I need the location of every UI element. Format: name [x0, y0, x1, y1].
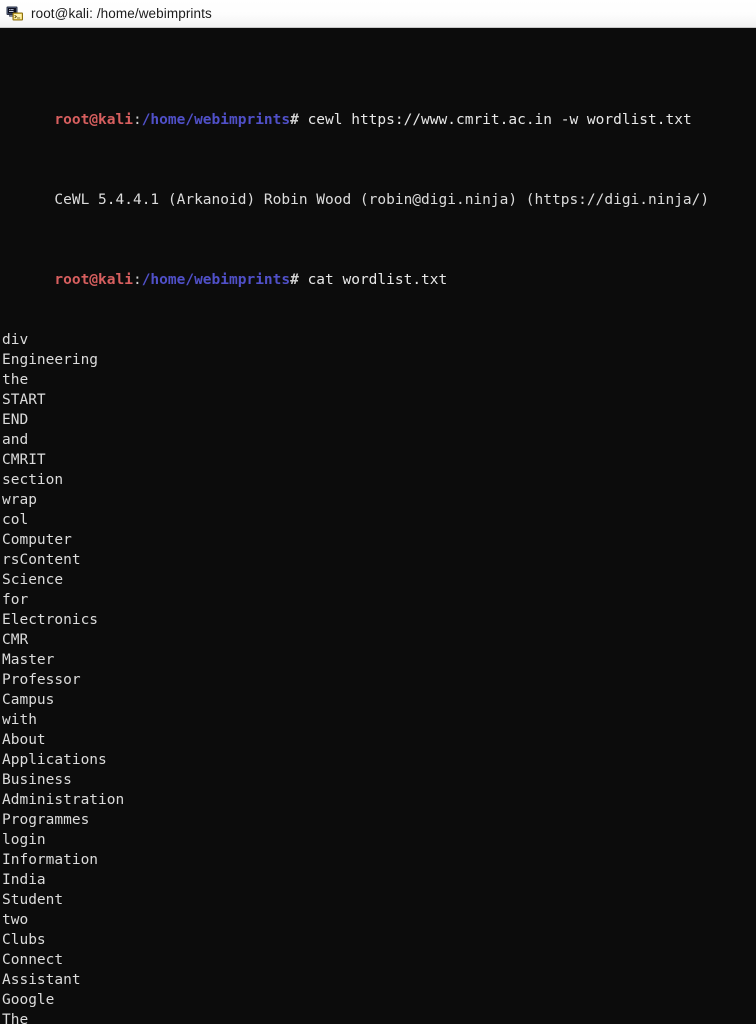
wordlist-word: START — [2, 392, 46, 408]
wordlist-word: col — [2, 512, 29, 528]
prompt-user-host: root@kali — [54, 112, 133, 128]
wordlist-word: for — [2, 592, 29, 608]
wordlist-word: Information — [2, 852, 99, 868]
wordlist-word: Professor — [2, 672, 81, 688]
wordlist-line: section — [2, 470, 756, 490]
wordlist-line: Clubs — [2, 930, 756, 950]
wordlist-line: the — [2, 370, 756, 390]
wordlist-line: CMRIT — [2, 450, 756, 470]
wordlist-word: Computer — [2, 532, 72, 548]
window-title: root@kali: /home/webimprints — [31, 6, 212, 21]
wordlist-line: Programmes — [2, 810, 756, 830]
wordlist-word: rsContent — [2, 552, 81, 568]
cewl-version-banner: CeWL 5.4.4.1 (Arkanoid) Robin Wood (robi… — [54, 192, 710, 208]
wordlist-line: India — [2, 870, 756, 890]
wordlist-line: rsContent — [2, 550, 756, 570]
wordlist-word: The — [2, 1012, 29, 1024]
prompt-line-1: root@kali:/home/webimprints# cewl https:… — [2, 90, 756, 128]
wordlist-word: Clubs — [2, 932, 46, 948]
wordlist-word: wrap — [2, 492, 37, 508]
wordlist-word: Applications — [2, 752, 107, 768]
wordlist-line: Information — [2, 850, 756, 870]
wordlist-line: Administration — [2, 790, 756, 810]
wordlist-word: CMR — [2, 632, 29, 648]
wordlist-output: div Engineering the START END and CMRIT section… — [2, 330, 756, 1024]
wordlist-word: and — [2, 432, 29, 448]
wordlist-word: Engineering — [2, 352, 99, 368]
wordlist-line: div — [2, 330, 756, 350]
wordlist-line: Google — [2, 990, 756, 1010]
wordlist-line: Professor — [2, 670, 756, 690]
wordlist-line: Assistant — [2, 970, 756, 990]
wordlist-word: Business — [2, 772, 72, 788]
wordlist-line: Applications — [2, 750, 756, 770]
prompt-line-2: root@kali:/home/webimprints# cat wordlis… — [2, 250, 756, 288]
wordlist-word: Campus — [2, 692, 55, 708]
wordlist-word: About — [2, 732, 46, 748]
wordlist-word: login — [2, 832, 46, 848]
wordlist-line: Engineering — [2, 350, 756, 370]
wordlist-word: Programmes — [2, 812, 90, 828]
wordlist-line: The — [2, 1010, 756, 1024]
prompt-symbol: # — [290, 112, 299, 128]
wordlist-line: Connect — [2, 950, 756, 970]
wordlist-word: with — [2, 712, 37, 728]
terminal-output-area[interactable]: root@kali:/home/webimprints# cewl https:… — [0, 28, 756, 1024]
terminal-network-icon — [6, 5, 24, 23]
wordlist-line: START — [2, 390, 756, 410]
wordlist-word: END — [2, 412, 29, 428]
wordlist-line: and — [2, 430, 756, 450]
wordlist-line: Business — [2, 770, 756, 790]
window-titlebar: root@kali: /home/webimprints — [0, 0, 756, 28]
wordlist-word: Connect — [2, 952, 64, 968]
wordlist-line: with — [2, 710, 756, 730]
wordlist-line: Computer — [2, 530, 756, 550]
wordlist-word: Science — [2, 572, 64, 588]
wordlist-word: Assistant — [2, 972, 81, 988]
wordlist-line: Electronics — [2, 610, 756, 630]
command-text-cat: cat wordlist.txt — [298, 272, 448, 288]
wordlist-line: Campus — [2, 690, 756, 710]
wordlist-line: Master — [2, 650, 756, 670]
wordlist-line: Science — [2, 570, 756, 590]
prompt-path: /home/webimprints — [141, 112, 291, 128]
wordlist-line: two — [2, 910, 756, 930]
wordlist-line: END — [2, 410, 756, 430]
prompt-separator: : — [132, 272, 142, 288]
wordlist-line: About — [2, 730, 756, 750]
wordlist-word: CMRIT — [2, 452, 46, 468]
wordlist-word: India — [2, 872, 46, 888]
wordlist-word: section — [2, 472, 64, 488]
wordlist-word: Google — [2, 992, 55, 1008]
wordlist-word: div — [2, 332, 29, 348]
prompt-separator: : — [132, 112, 142, 128]
prompt-symbol: # — [290, 272, 299, 288]
wordlist-word: Student — [2, 892, 64, 908]
terminal-window: root@kali: /home/webimprints root@kali:/… — [0, 0, 756, 1024]
wordlist-word: Administration — [2, 792, 125, 808]
command-text-cewl: cewl https://www.cmrit.ac.in -w wordlist… — [298, 112, 692, 128]
prompt-path: /home/webimprints — [141, 272, 291, 288]
wordlist-line: CMR — [2, 630, 756, 650]
wordlist-word: Electronics — [2, 612, 99, 628]
wordlist-line: Student — [2, 890, 756, 910]
wordlist-line: for — [2, 590, 756, 610]
wordlist-line: col — [2, 510, 756, 530]
wordlist-word: two — [2, 912, 29, 928]
wordlist-line: login — [2, 830, 756, 850]
prompt-user-host: root@kali — [54, 272, 133, 288]
output-line-cewl-banner: CeWL 5.4.4.1 (Arkanoid) Robin Wood (robi… — [2, 170, 756, 208]
wordlist-word: the — [2, 372, 29, 388]
wordlist-line: wrap — [2, 490, 756, 510]
wordlist-word: Master — [2, 652, 55, 668]
